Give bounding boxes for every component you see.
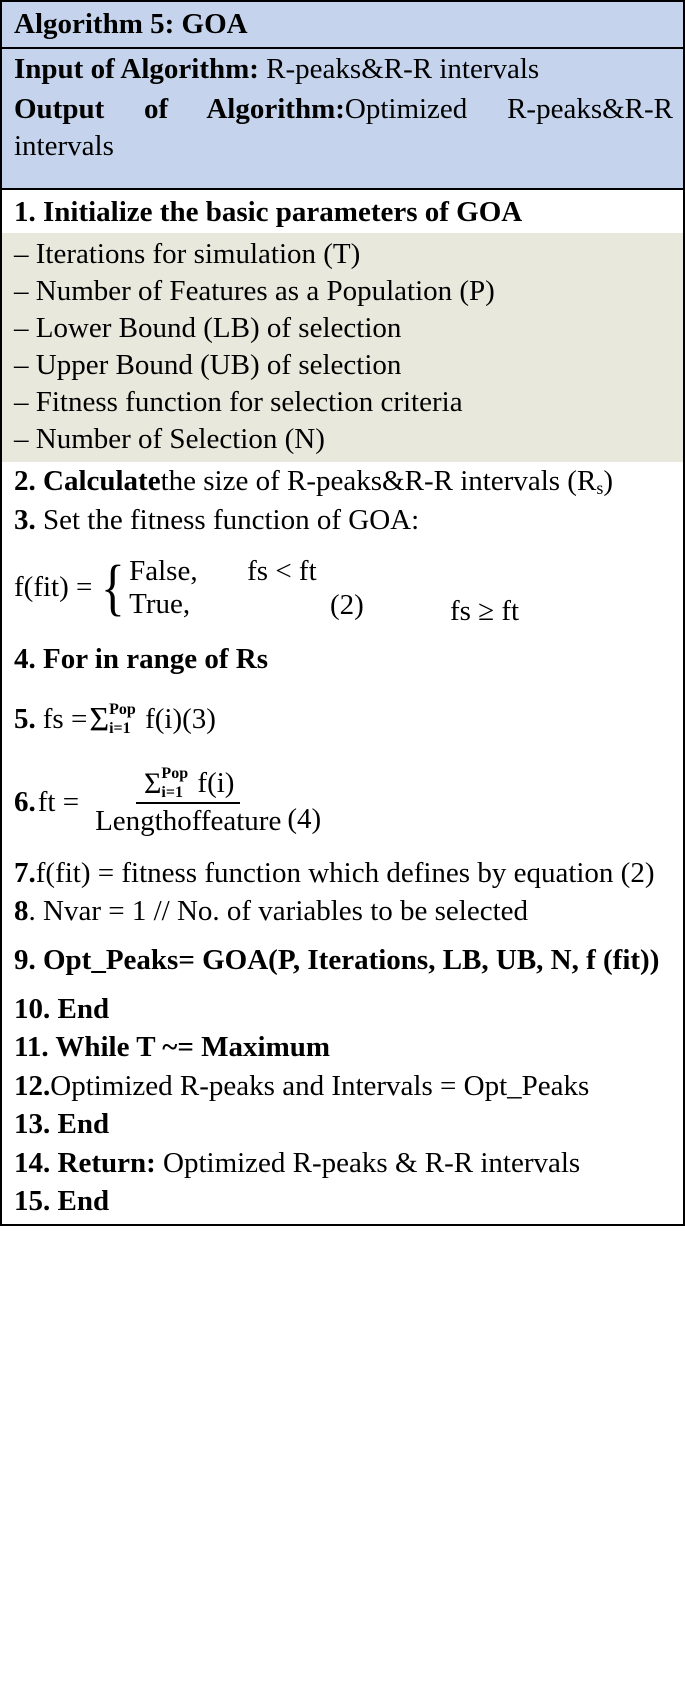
algorithm-title: Algorithm 5: GOA	[2, 2, 683, 49]
sigma-glyph: Σ	[143, 766, 162, 800]
step-2: 2. Calculatethe size of R-peaks&R-R inte…	[2, 462, 683, 501]
step-12-number: 12.	[14, 1069, 51, 1102]
equation-3-body: f(i)	[145, 703, 183, 736]
equation-2: f(fit) = { False, fs < ft True, (2) fs ≥…	[2, 549, 683, 627]
sum-upper-limit: Pop	[161, 764, 189, 782]
step-8-number: 8	[14, 895, 29, 928]
step-12-text: Optimized R-peaks and Intervals = Opt_Pe…	[50, 1069, 590, 1102]
case-1-value: False,	[129, 555, 198, 588]
step-9: 9. Opt_Peaks= GOA(P, Iterations, LB, UB,…	[2, 940, 683, 980]
equation-2-cases: False, fs < ft True,	[129, 555, 317, 620]
sum-lower-limit: i=1	[161, 783, 183, 801]
bullet-item: – Fitness function for selection criteri…	[14, 386, 463, 419]
equation-2-case-1: False, fs < ft	[129, 555, 317, 587]
fraction: Σ Pop i=1 f(i) Lengthoffeature	[89, 765, 287, 838]
step-15: 15. End	[2, 1182, 683, 1224]
step-14: 14. Return: Optimized R-peaks & R-R inte…	[2, 1143, 683, 1183]
algorithm-input-row: Input of Algorithm: R-peaks&R-R interval…	[2, 48, 683, 90]
summation-icon: Σ Pop i=1	[89, 700, 135, 739]
step-6-number: 6.	[14, 785, 36, 818]
step-7-number: 7.	[14, 856, 36, 889]
algorithm-output-row: Output of Algorithm:Optimized R-peaks&R-…	[2, 89, 683, 191]
step-14-text: Optimized R-peaks & R-R intervals	[163, 1146, 581, 1179]
step-11: 11. While T ~= Maximum	[2, 1028, 683, 1067]
step-3-text: Set the fitness function of GOA:	[43, 503, 420, 536]
step-13: 13. End	[2, 1105, 683, 1144]
algorithm-box: Algorithm 5: GOA Input of Algorithm: R-p…	[0, 0, 685, 1226]
bullet-item: – Upper Bound (UB) of selection	[14, 348, 402, 381]
equation-3: 5. fs = Σ Pop i=1 f(i) (3)	[2, 697, 683, 743]
equation-3-number: (3)	[182, 703, 216, 736]
left-brace-glyph: {	[101, 553, 126, 622]
equation-2-number: (2)	[330, 589, 364, 622]
step-3: 3. Set the fitness function of GOA:	[2, 500, 683, 540]
step-8: 8. Nvar = 1 // No. of variables to be se…	[2, 892, 683, 931]
bullet-item: – Lower Bound (LB) of selection	[14, 311, 402, 344]
step-12: 12.Optimized R-peaks and Intervals = Opt…	[2, 1066, 683, 1106]
case-2-value: True,	[129, 587, 191, 620]
step-7-text: f(fit) = fitness function which defines …	[35, 856, 655, 889]
fraction-denominator: Lengthoffeature	[95, 804, 282, 837]
case-2-condition: fs ≥ ft	[450, 595, 520, 628]
equation-2-lhs: f(fit) =	[14, 571, 93, 604]
step-3-number: 3.	[14, 503, 36, 536]
step-7: 7.f(fit) = fitness function which define…	[2, 853, 683, 893]
bullet-item: – Number of Features as a Population (P)	[14, 274, 495, 307]
numerator-body: f(i)	[197, 767, 235, 800]
fraction-numerator: Σ Pop i=1 f(i)	[135, 765, 241, 804]
sigma-glyph: Σ	[89, 700, 110, 738]
output-label: Output of Algorithm:	[14, 93, 345, 126]
step-2-tail: )	[603, 465, 613, 498]
input-value: R-peaks&R-R intervals	[266, 52, 540, 85]
equation-4-lhs: ft =	[37, 785, 80, 818]
parameter-bullet-list: – Iterations for simulation (T) – Number…	[2, 232, 683, 463]
step-2-keyword: Calculate	[43, 465, 161, 498]
bullet-item: – Iterations for simulation (T)	[14, 237, 361, 270]
equation-2-case-2: True,	[129, 588, 317, 620]
summation-icon: Σ Pop i=1	[143, 765, 188, 801]
step-1: 1. Initialize the basic parameters of GO…	[2, 190, 683, 233]
sum-upper-limit: Pop	[109, 700, 136, 718]
case-1-condition: fs < ft	[247, 555, 317, 588]
equation-4-number: (4)	[287, 802, 322, 835]
equation-3-lhs: fs =	[42, 703, 88, 736]
step-2-text: the size of R-peaks&R-R intervals (R	[160, 465, 597, 498]
step-2-number: 2.	[14, 465, 36, 498]
step-8-text: . Nvar = 1 // No. of variables to be sel…	[28, 895, 529, 928]
equation-4: 6. ft = Σ Pop i=1 f(i) Lengthoffeature (…	[2, 761, 683, 844]
step-14-number: 14. Return:	[14, 1146, 156, 1179]
bullet-item: – Number of Selection (N)	[14, 423, 325, 456]
sum-lower-limit: i=1	[109, 719, 131, 737]
step-5-number: 5.	[14, 703, 36, 736]
input-label: Input of Algorithm:	[14, 52, 259, 85]
step-10: 10. End	[2, 989, 683, 1029]
step-4: 4. For in range of Rs	[2, 640, 683, 679]
